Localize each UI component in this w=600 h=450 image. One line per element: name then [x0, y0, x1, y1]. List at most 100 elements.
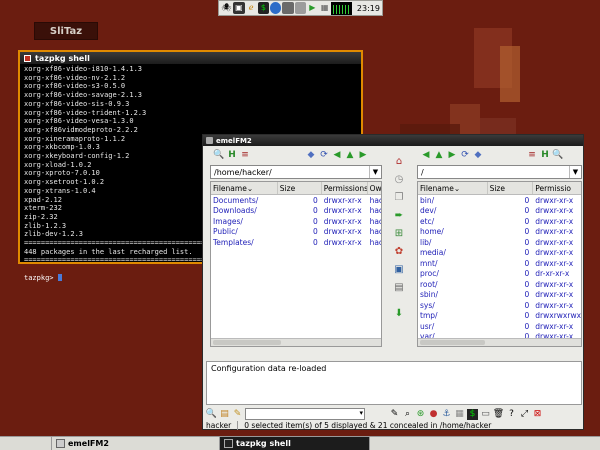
play-icon[interactable]: ▶: [307, 2, 318, 14]
chevron-down-icon[interactable]: ▼: [569, 166, 581, 178]
run-icon[interactable]: ⊛: [415, 409, 426, 420]
user-icon[interactable]: ●: [428, 409, 439, 420]
column-size[interactable]: Size: [488, 182, 534, 194]
move-right-icon[interactable]: ➨: [393, 209, 406, 222]
file-permissions: drwxr-xr-x: [323, 195, 362, 205]
hidden-toggle-icon[interactable]: ≡: [527, 150, 537, 160]
emelfm-window: emelFM2 🔍 H ≡ ◆ ⟳ ◀ ▲ ▶ /home/hacker/ ▼ …: [202, 134, 584, 430]
up-icon[interactable]: ▲: [345, 150, 355, 160]
home-icon[interactable]: H: [227, 150, 237, 160]
file-row[interactable]: sbin/0 drwxr-xr-x: [418, 290, 581, 301]
help-icon[interactable]: ?: [506, 409, 517, 420]
file-row[interactable]: Downloads/0 drwxr-xr-x hack: [211, 206, 381, 217]
task-tazpkg-shell[interactable]: tazpkg shell: [220, 437, 370, 450]
forward-icon[interactable]: ▶: [447, 150, 457, 160]
file-row[interactable]: sys/0 drwxr-xr-x: [418, 300, 581, 311]
search-icon[interactable]: 🔍: [552, 150, 563, 160]
chevron-down-icon[interactable]: ▼: [369, 166, 381, 178]
file-row[interactable]: Templates/0 drwxr-xr-x hack: [211, 237, 381, 248]
refresh-icon[interactable]: ⟳: [319, 150, 329, 160]
terminal-titlebar[interactable]: tazpkg shell: [20, 52, 361, 64]
file-size: 0: [524, 258, 530, 268]
file-row[interactable]: Images/0 drwxr-xr-x hack: [211, 216, 381, 227]
file-size: 0: [524, 237, 530, 247]
terminal-icon[interactable]: $: [467, 408, 478, 420]
tool-icon[interactable]: ▦: [454, 409, 465, 420]
forward-icon[interactable]: ▶: [358, 150, 368, 160]
terminal-icon[interactable]: $: [257, 2, 269, 14]
file-size: 0: [524, 248, 530, 258]
up-icon[interactable]: ▲: [434, 150, 444, 160]
emelfm-titlebar[interactable]: emelFM2: [203, 135, 583, 146]
bookmark-icon[interactable]: ◆: [473, 150, 483, 160]
back-icon[interactable]: ◀: [421, 150, 431, 160]
column-permissions[interactable]: Permissio: [533, 182, 581, 194]
bug-icon[interactable]: 🕷: [221, 2, 232, 14]
back-icon[interactable]: ◀: [332, 150, 342, 160]
file-row[interactable]: usr/0 drwxr-xr-x: [418, 321, 581, 332]
taskbar-menu[interactable]: [0, 437, 52, 450]
folder-icon[interactable]: [282, 2, 294, 14]
left-scrollbar[interactable]: [211, 338, 381, 346]
file-row[interactable]: bin/0 drwxr-xr-x: [418, 195, 581, 206]
refresh-icon[interactable]: ⟳: [460, 150, 470, 160]
settings-icon[interactable]: ✿: [393, 245, 406, 258]
search-icon[interactable]: 🔍: [213, 150, 224, 160]
file-owner: hack: [369, 237, 381, 247]
right-path-input[interactable]: / ▼: [417, 165, 582, 179]
file-row[interactable]: Documents/0 drwxr-xr-x hack: [211, 195, 381, 206]
file-icon[interactable]: ▤: [393, 281, 406, 294]
right-scrollbar[interactable]: [418, 338, 581, 346]
file-name: Public/: [213, 227, 238, 237]
left-file-list[interactable]: Filename ⌄ Size Permissions Owr Document…: [210, 181, 382, 347]
network-icon[interactable]: ⊞: [393, 227, 406, 240]
fullscreen-icon[interactable]: ⤢: [519, 409, 530, 420]
clock-icon[interactable]: ◷: [393, 173, 406, 186]
column-permissions[interactable]: Permissions: [322, 182, 368, 194]
package-icon[interactable]: ▣: [393, 263, 406, 276]
edit-icon[interactable]: ✎: [389, 409, 400, 420]
drive-icon[interactable]: ▭: [480, 409, 491, 420]
terminal-line: xorg-xf86-video-trident-1.2.3: [24, 108, 147, 117]
file-row[interactable]: etc/0 drwxr-xr-x: [418, 216, 581, 227]
home-icon[interactable]: H: [540, 150, 550, 160]
file-row[interactable]: home/0 drwxr-xr-x: [418, 227, 581, 238]
download-icon[interactable]: ⬇: [393, 307, 406, 320]
clear-icon[interactable]: ✎: [232, 409, 243, 420]
file-row[interactable]: root/0 drwxr-xr-x: [418, 279, 581, 290]
home-icon[interactable]: ⌂: [393, 155, 406, 168]
column-filename[interactable]: Filename ⌄: [418, 182, 488, 194]
file-permissions: drwxr-xr-x: [535, 300, 574, 310]
file-row[interactable]: tmp/0 drwxrwxrwx: [418, 311, 581, 322]
column-size[interactable]: Size: [278, 182, 322, 194]
globe-icon[interactable]: [270, 2, 282, 14]
output-pane[interactable]: Configuration data re-loaded: [206, 361, 582, 405]
browser-icon[interactable]: ℯ: [246, 2, 257, 14]
right-pane: ◀ ▲ ▶ ⟳ ◆ ≡ H 🔍 / ▼ Filename ⌄ Size Perm…: [413, 147, 582, 360]
file-row[interactable]: proc/0 dr-xr-xr-x: [418, 269, 581, 280]
media-icon[interactable]: ▦: [319, 2, 330, 14]
left-path-input[interactable]: /home/hacker/ ▼: [210, 165, 382, 179]
file-row[interactable]: mnt/0 drwxr-xr-x: [418, 258, 581, 269]
task-emelfm[interactable]: emelFM2: [52, 437, 220, 450]
close-icon[interactable]: ⊠: [532, 409, 543, 420]
column-filename[interactable]: Filename ⌄: [211, 182, 278, 194]
right-file-list[interactable]: Filename ⌄ Size Permissio bin/0 drwxr-xr-…: [417, 181, 582, 347]
file-row[interactable]: media/0 drwxr-xr-x: [418, 248, 581, 259]
view-icon[interactable]: ⌕: [402, 409, 413, 420]
column-owner[interactable]: Owr: [368, 182, 381, 194]
file-row[interactable]: dev/0 drwxr-xr-x: [418, 206, 581, 217]
window-menu-icon[interactable]: [24, 54, 31, 62]
file-row[interactable]: Public/0 drwxr-xr-x hack: [211, 227, 381, 238]
history-icon[interactable]: ▤: [219, 409, 230, 420]
terminal-icon[interactable]: ▣: [233, 2, 245, 14]
copy-icon[interactable]: ❐: [393, 191, 406, 204]
command-input[interactable]: [245, 408, 365, 420]
link-icon[interactable]: ⚓: [441, 409, 452, 420]
trash-icon[interactable]: 🗑: [493, 409, 504, 420]
bookmark-icon[interactable]: ◆: [306, 150, 316, 160]
search-icon[interactable]: 🔍: [206, 409, 217, 420]
hidden-toggle-icon[interactable]: ≡: [240, 150, 250, 160]
image-icon[interactable]: [294, 2, 306, 14]
file-row[interactable]: lib/0 drwxr-xr-x: [418, 237, 581, 248]
